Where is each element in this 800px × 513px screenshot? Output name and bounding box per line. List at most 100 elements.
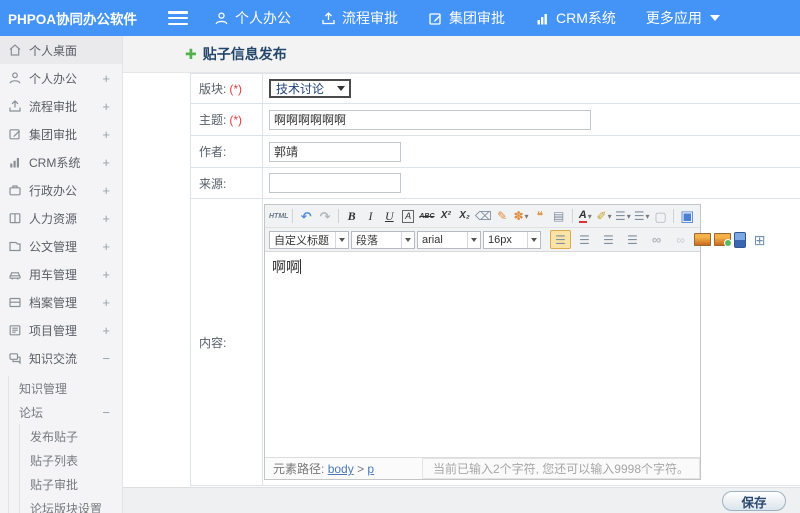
path-link-body[interactable]: body [328,462,354,476]
bar-chart-icon [535,11,550,26]
sidebar-item-personal-office[interactable]: 个人办公 + [0,64,122,92]
font-size-select[interactable]: 16px [483,230,541,249]
new-doc-icon[interactable]: ▢ [652,207,670,226]
italic-icon[interactable]: I [362,207,380,226]
paste-plain-icon[interactable]: ▤ [550,207,568,226]
folder-icon [8,239,23,254]
section-select[interactable]: 技术讨论 [269,79,351,98]
align-justify-icon[interactable]: ☰ [622,230,643,249]
project-board-icon [8,323,23,338]
font-family-select[interactable]: arial [417,230,481,249]
spray-color-icon[interactable]: ✽ [512,207,530,226]
fullscreen-icon[interactable]: ▣ [678,207,696,226]
section-label: 版块: [199,82,227,96]
nav-process-approval[interactable]: 流程审批 [321,8,398,28]
unlink-icon[interactable]: ∞ [670,230,691,249]
caret-down-icon [335,231,348,248]
menu-toggle-icon[interactable] [168,11,188,25]
image-icon[interactable] [694,233,711,246]
nav-personal-office[interactable]: 个人办公 [214,8,291,28]
phpoa-app: PHPOA协同办公软件 个人办公 流程审批 集团审批 CRM系统 更多应用 个人… [0,0,800,513]
sidebar-item-hr[interactable]: 人力资源 + [0,204,122,232]
forum-submenu: 发布贴子 贴子列表 贴子审批 论坛版块设置 [19,424,122,513]
rich-text-editor: HTML↶↷BIUAABCX²X₂⌫✎✽❝▤A✐☰☰▢▣ 自定义标题 段落 [264,204,765,480]
strikethrough-icon[interactable]: ABC [418,207,436,226]
required-mark: (*) [229,112,243,127]
subject-input[interactable] [269,109,591,130]
underline-icon[interactable]: U [380,207,398,226]
sidebar-item-admin-office[interactable]: 行政办公 + [0,176,122,204]
caret-down-icon [709,15,720,21]
sidebar-item-post-publish[interactable]: 发布贴子 [20,424,122,448]
save-button[interactable]: 保存 [722,491,786,511]
caret-down-icon [527,231,540,248]
align-center-icon[interactable]: ☰ [574,230,595,249]
html-source-icon[interactable]: HTML [269,207,288,226]
path-link-p[interactable]: p [367,462,374,476]
redo-icon[interactable]: ↷ [316,207,334,226]
sidebar-item-document-mgmt[interactable]: 公文管理 + [0,232,122,260]
undo-icon[interactable]: ↶ [297,207,315,226]
sidebar-item-knowledge-mgmt[interactable]: 知识管理 [9,376,122,400]
sidebar-item-process-approval[interactable]: 流程审批 + [0,92,122,120]
eraser-icon[interactable]: ⌫ [474,207,492,226]
sidebar-item-post-list[interactable]: 贴子列表 [20,448,122,472]
sidebar-item-group-approval[interactable]: 集团审批 + [0,120,122,148]
page-title-bar: ✚ 贴子信息发布 [123,36,800,73]
bold-icon[interactable]: B [343,207,361,226]
font-box-icon[interactable]: A [399,207,417,226]
source-input[interactable] [269,173,401,193]
editor-content[interactable]: 啊啊 [265,252,700,457]
sidebar: 个人桌面 个人办公 + 流程审批 + 集团审批 + CRM系统 + 行政办公 + [0,36,123,513]
sidebar-item-vehicle-mgmt[interactable]: 用车管理 + [0,260,122,288]
nav-more-apps[interactable]: 更多应用 [646,8,720,28]
subject-label: 主题: [199,113,227,127]
superscript-icon[interactable]: X² [437,207,455,226]
user-icon [214,11,229,26]
font-color-icon[interactable]: A [576,207,594,226]
sidebar-item-archive-mgmt[interactable]: 档案管理 + [0,288,122,316]
separator [673,209,675,223]
form-row-author: 作者: [191,136,800,168]
picture-icon[interactable] [714,233,732,247]
link-icon[interactable]: ∞ [646,230,667,249]
subscript-icon[interactable]: X₂ [456,207,474,226]
align-right-icon[interactable]: ☰ [598,230,619,249]
sidebar-item-forum[interactable]: 论坛 − [9,400,122,424]
media-icon[interactable] [734,231,746,248]
align-left-icon[interactable]: ☰ [550,230,571,249]
highlight-pen-icon[interactable]: ✐ [595,207,613,226]
edit-square-icon [428,11,443,26]
sidebar-item-post-approval[interactable]: 贴子审批 [20,472,122,496]
author-label: 作者: [199,145,227,159]
required-mark: (*) [229,81,243,96]
sidebar-item-project-mgmt[interactable]: 项目管理 + [0,316,122,344]
editor-toolbar-row2: 自定义标题 段落 arial 16px ☰ ☰ ☰ ☰ ∞ ∞ ⊞ [265,228,765,252]
chat-bubbles-icon [8,351,23,366]
sidebar-item-forum-section-settings[interactable]: 论坛版块设置 [20,496,122,513]
heading-select[interactable]: 自定义标题 [269,230,349,249]
nav-group-approval[interactable]: 集团审批 [428,8,505,28]
form-row-content: 内容: HTML↶↷BIUAABCX²X₂⌫✎✽❝▤A✐☰☰▢▣ 自定义标题 [191,199,800,486]
bottom-action-bar: 保存 [123,487,800,513]
form-row-section: 版块: (*) 技术讨论 [191,74,800,104]
form-row-subject: 主题: (*) [191,104,800,136]
unordered-list-icon[interactable]: ☰ [633,207,651,226]
editor-footer: 元素路径: body > p 当前已输入2个字符, 您还可以输入9998个字符。 [265,457,700,479]
add-icon: ✚ [185,45,197,62]
nav-crm[interactable]: CRM系统 [535,8,616,28]
edit-square-icon [8,127,23,142]
author-input[interactable] [269,141,401,162]
briefcase-icon [8,183,23,198]
blockquote-icon[interactable]: ❝ [531,207,549,226]
char-count-info: 当前已输入2个字符, 您还可以输入9998个字符。 [421,458,700,479]
table-icon[interactable]: ⊞ [749,230,770,249]
sidebar-item-knowledge-exchange[interactable]: 知识交流 − [0,344,122,372]
book-icon [8,211,23,226]
sidebar-item-crm[interactable]: CRM系统 + [0,148,122,176]
sidebar-item-personal-desktop[interactable]: 个人桌面 [0,36,122,64]
format-brush-icon[interactable]: ✎ [493,207,511,226]
ordered-list-icon[interactable]: ☰ [614,207,632,226]
text-cursor [300,259,301,274]
paragraph-select[interactable]: 段落 [351,230,415,249]
